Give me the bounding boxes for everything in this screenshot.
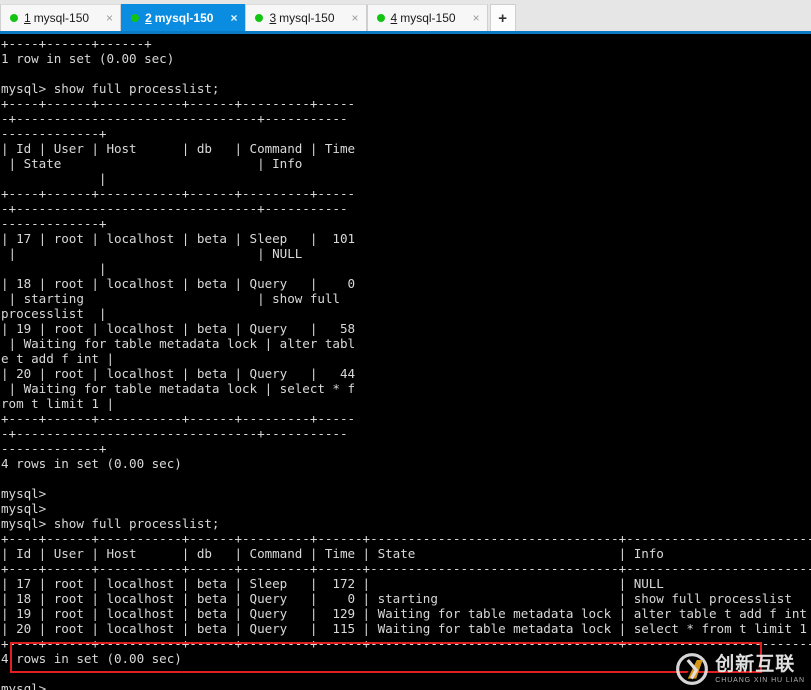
terminal-line: -+--------------------------------+-----…	[1, 201, 348, 216]
terminal-line: 4 rows in set (0.00 sec)	[1, 456, 182, 471]
terminal-line: | 19 | root | localhost | beta | Query |…	[1, 321, 356, 336]
terminal-line: mysql>	[1, 501, 47, 516]
terminal-line: mysql>	[1, 681, 47, 690]
terminal-output-area[interactable]: +----+------+------+ 1 row in set (0.00 s…	[0, 34, 811, 690]
tab-bar: 1 mysql-150 × 2 mysql-150 × 3 mysql-150 …	[0, 0, 811, 34]
terminal-line: +----+------+-----------+------+--------…	[1, 186, 356, 201]
terminal-line: 1 row in set (0.00 sec)	[1, 51, 175, 66]
tab-2[interactable]: 2 mysql-150 ×	[121, 4, 246, 31]
tab-1[interactable]: 1 mysql-150 ×	[0, 4, 122, 31]
connection-status-dot-icon	[255, 14, 264, 22]
terminal-line: -------------+	[1, 216, 107, 231]
terminal-line: +----+------+-----------+------+--------…	[1, 411, 356, 426]
terminal-line: | 17 | root | localhost | beta | Sleep |…	[1, 231, 356, 246]
tab-1-close-icon[interactable]: ×	[103, 12, 116, 24]
tab-4[interactable]: 4 mysql-150 ×	[366, 4, 488, 31]
tab-4-close-icon[interactable]: ×	[470, 12, 483, 24]
terminal-line: | 17 | root | localhost | beta | Sleep |…	[1, 576, 811, 591]
terminal-line: | starting | show full	[1, 291, 340, 306]
tab-bar-empty-area	[516, 4, 811, 31]
terminal-line: +----+------+-----------+------+--------…	[1, 96, 356, 111]
tab-3-label: mysql-150	[279, 11, 335, 25]
tab-3[interactable]: 3 mysql-150 ×	[245, 4, 367, 31]
tab-1-number: 1	[24, 11, 31, 25]
terminal-line: e t add f int |	[1, 351, 114, 366]
terminal-line: |	[1, 261, 107, 276]
tab-2-number: 2	[145, 11, 152, 25]
terminal-line: |	[1, 171, 107, 186]
connection-status-dot-icon	[131, 14, 140, 22]
terminal-line: | 18 | root | localhost | beta | Query |…	[1, 591, 811, 606]
terminal-line: -+--------------------------------+-----…	[1, 426, 348, 441]
terminal-line: | Id | User | Host | db | Command | Time	[1, 141, 356, 156]
terminal-line: processlist |	[1, 306, 107, 321]
terminal-line: | State | Info	[1, 156, 303, 171]
terminal-line: +----+------+-----------+------+--------…	[1, 636, 811, 651]
terminal-line: mysql>	[1, 486, 47, 501]
terminal-line: | 18 | root | localhost | beta | Query |…	[1, 276, 356, 291]
terminal-line: | Waiting for table metadata lock | sele…	[1, 381, 356, 396]
terminal-line: -------------+	[1, 441, 107, 456]
connection-status-dot-icon	[376, 14, 385, 22]
tab-4-number: 4	[390, 11, 398, 25]
terminal-line: mysql> show full processlist;	[1, 81, 220, 96]
terminal-line: +----+------+-----------+------+--------…	[1, 531, 811, 546]
terminal-line: | Id | User | Host | db | Command | Time…	[1, 546, 811, 561]
terminal-line: | 20 | root | localhost | beta | Query |…	[1, 621, 811, 636]
connection-status-dot-icon	[10, 14, 18, 22]
terminal-line: 4 rows in set (0.00 sec)	[1, 651, 182, 666]
tab-2-label: mysql-150	[154, 11, 214, 25]
tab-3-number: 3	[269, 11, 277, 25]
tab-4-label: mysql-150	[400, 11, 456, 25]
terminal-line: -------------+	[1, 126, 107, 141]
terminal-line: +----+------+-----------+------+--------…	[1, 561, 811, 576]
terminal-text: +----+------+------+ 1 row in set (0.00 s…	[1, 36, 811, 690]
tab-2-close-icon[interactable]: ×	[227, 12, 240, 24]
tab-1-label: mysql-150	[33, 11, 90, 25]
new-tab-button[interactable]: +	[489, 4, 516, 31]
tab-3-close-icon[interactable]: ×	[349, 12, 362, 24]
terminal-line: | Waiting for table metadata lock | alte…	[1, 336, 356, 351]
terminal-line: | 20 | root | localhost | beta | Query |…	[1, 366, 356, 381]
terminal-line: | | NULL	[1, 246, 303, 261]
terminal-line: | 19 | root | localhost | beta | Query |…	[1, 606, 811, 621]
terminal-line: -+--------------------------------+-----…	[1, 111, 348, 126]
terminal-line: rom t limit 1 |	[1, 396, 114, 411]
terminal-line: mysql> show full processlist;	[1, 516, 220, 531]
terminal-line: +----+------+------+	[1, 36, 152, 51]
